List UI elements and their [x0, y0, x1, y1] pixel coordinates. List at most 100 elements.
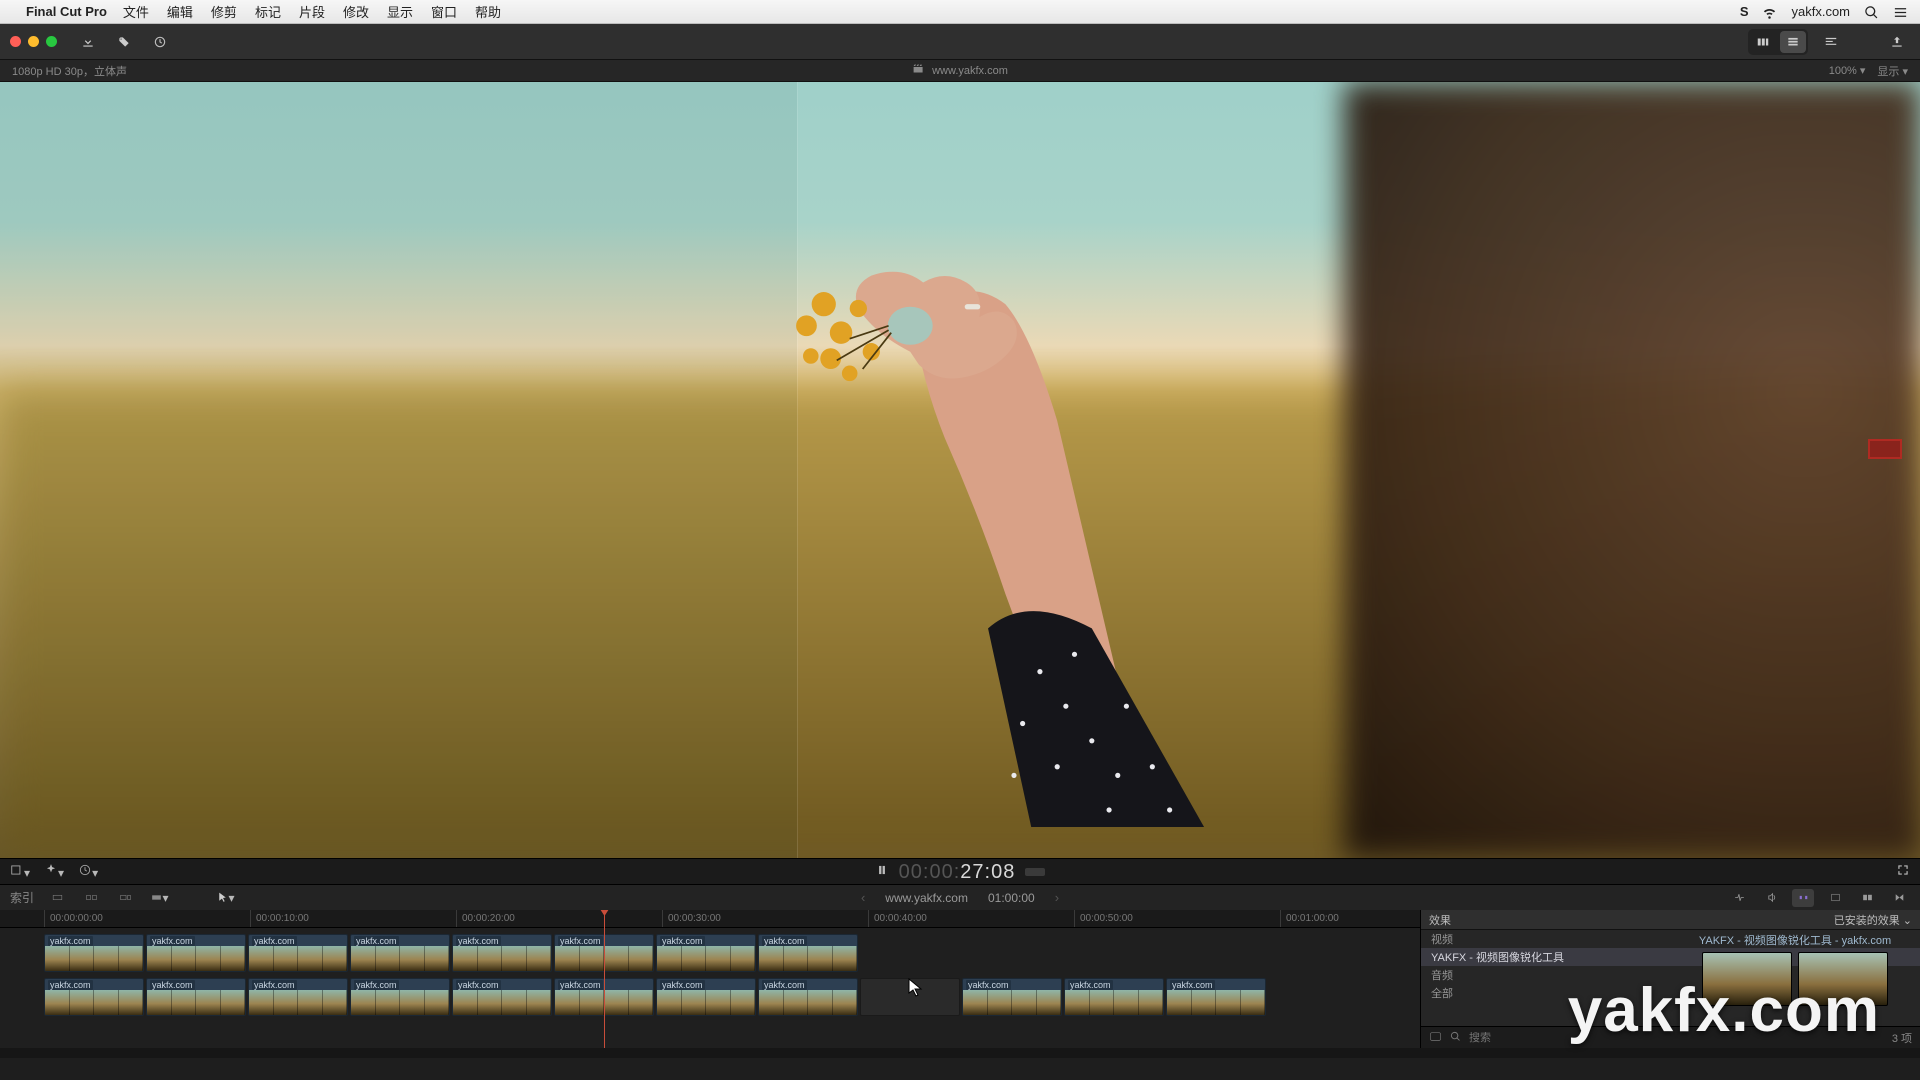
zoom-window-button[interactable]	[46, 36, 57, 47]
app-name[interactable]: Final Cut Pro	[26, 4, 107, 19]
timeline-tracks-area[interactable]: 00:00:00:0000:00:10:0000:00:20:0000:00:3…	[0, 910, 1420, 1048]
minimize-window-button[interactable]	[28, 36, 39, 47]
timeline-clip[interactable]: yakfx.com	[452, 978, 552, 1016]
format-label: 1080p HD 30p，立体声	[12, 63, 127, 79]
effect-thumbnail[interactable]	[1702, 952, 1792, 1006]
list-view-icon[interactable]	[1780, 31, 1806, 53]
select-tool-dropdown[interactable]: ▾	[214, 889, 236, 907]
clip-label: yakfx.com	[354, 936, 399, 946]
transitions-browser-toggle[interactable]	[1888, 889, 1910, 907]
timecode-display[interactable]: 00:00:27:08	[899, 859, 1016, 884]
effect-thumbnail[interactable]	[1798, 952, 1888, 1006]
pause-button[interactable]	[875, 863, 889, 880]
inspector-toggle-button[interactable]	[1818, 31, 1844, 53]
clip-label: yakfx.com	[456, 936, 501, 946]
append-clip-icon[interactable]	[114, 889, 136, 907]
menu-edit[interactable]: 编辑	[167, 2, 193, 21]
insert-clip-icon[interactable]	[80, 889, 102, 907]
audio-skimming-icon[interactable]	[1760, 889, 1782, 907]
timeline-clip[interactable]: yakfx.com	[350, 934, 450, 972]
timeline-duration: 01:00:00	[988, 891, 1035, 905]
timeline-clip[interactable]: yakfx.com	[350, 978, 450, 1016]
control-center-icon[interactable]	[1893, 3, 1908, 19]
clip-label: yakfx.com	[762, 936, 807, 946]
filmstrip-view-icon[interactable]	[1750, 31, 1776, 53]
viewer-content	[653, 222, 1306, 827]
menu-trim[interactable]: 修剪	[211, 2, 237, 21]
effects-search-input[interactable]	[1469, 1032, 1884, 1044]
close-window-button[interactable]	[10, 36, 21, 47]
timeline-clip[interactable]: yakfx.com	[962, 978, 1062, 1016]
menu-window[interactable]: 窗口	[431, 2, 457, 21]
effect-preview-title: YAKFX - 视频图像锐化工具 - yakfx.com	[1680, 932, 1910, 948]
search-icon	[1450, 1031, 1461, 1045]
keyword-button[interactable]	[111, 31, 137, 53]
menu-help[interactable]: 帮助	[475, 2, 501, 21]
timeline-clip[interactable]: yakfx.com	[44, 934, 144, 972]
menu-modify[interactable]: 修改	[343, 2, 369, 21]
timeline-clip[interactable]: yakfx.com	[248, 978, 348, 1016]
macos-menubar: Final Cut Pro 文件 编辑 修剪 标记 片段 修改 显示 窗口 帮助…	[0, 0, 1920, 24]
spotlight-icon[interactable]	[1864, 3, 1879, 19]
enhance-dropdown[interactable]: ▾	[44, 863, 64, 880]
retime-dropdown[interactable]: ▾	[78, 863, 98, 880]
timeline-clip[interactable]: yakfx.com	[146, 978, 246, 1016]
effects-browser-toggle[interactable]	[1856, 889, 1878, 907]
timeline-next-button[interactable]: ›	[1055, 890, 1059, 905]
timeline-clip[interactable]: yakfx.com	[146, 934, 246, 972]
timeline-clip[interactable]: yakfx.com	[656, 978, 756, 1016]
timeline-clip[interactable]: yakfx.com	[758, 934, 858, 972]
menu-clip[interactable]: 片段	[299, 2, 325, 21]
skimming-toggle-icon[interactable]	[1728, 889, 1750, 907]
background-tasks-button[interactable]	[147, 31, 173, 53]
horizontal-scrollbar[interactable]	[0, 1048, 1920, 1058]
clapper-icon	[912, 63, 924, 78]
timeline-clip[interactable]: yakfx.com	[656, 934, 756, 972]
clip-label: yakfx.com	[252, 936, 297, 946]
ruler-tick: 00:00:10:00	[250, 910, 309, 927]
timeline-clip[interactable]	[860, 978, 960, 1016]
share-button[interactable]	[1884, 31, 1910, 53]
timeline-clip[interactable]: yakfx.com	[248, 934, 348, 972]
browser-layout-toggle[interactable]	[1748, 29, 1808, 55]
solo-toggle-icon[interactable]	[1792, 889, 1814, 907]
effects-browser: 效果 已安装的效果 ⌄ 视频YAKFX - 视频图像锐化工具音频全部 YAKFX…	[1420, 910, 1920, 1048]
view-options-dropdown[interactable]: ▾	[10, 863, 30, 880]
import-button[interactable]	[75, 31, 101, 53]
project-name[interactable]: www.yakfx.com	[932, 65, 1008, 77]
loop-indicator	[1025, 868, 1045, 876]
video-track-1[interactable]: yakfx.comyakfx.comyakfx.comyakfx.comyakf…	[44, 934, 1420, 972]
timeline-header: 索引 ▾ ▾ ‹ www.yakfx.com 01:00:00 ›	[0, 884, 1920, 910]
video-track-2[interactable]: yakfx.comyakfx.comyakfx.comyakfx.comyakf…	[44, 978, 1420, 1016]
connect-clip-icon[interactable]	[46, 889, 68, 907]
viewer[interactable]	[0, 82, 1920, 858]
timeline-ruler[interactable]: 00:00:00:0000:00:10:0000:00:20:0000:00:3…	[0, 910, 1420, 928]
fullscreen-button[interactable]	[1896, 863, 1910, 880]
ruler-tick: 00:00:50:00	[1074, 910, 1133, 927]
menu-file[interactable]: 文件	[123, 2, 149, 21]
window-controls	[10, 36, 57, 47]
timeline-clip[interactable]: yakfx.com	[1166, 978, 1266, 1016]
ruler-tick: 00:00:00:00	[44, 910, 103, 927]
wifi-icon[interactable]	[1762, 3, 1777, 19]
timeline-clip[interactable]: yakfx.com	[452, 934, 552, 972]
overwrite-clip-icon[interactable]: ▾	[148, 889, 170, 907]
index-button[interactable]: 索引	[10, 889, 34, 906]
status-s-icon[interactable]: S	[1740, 4, 1749, 19]
clip-label: yakfx.com	[252, 980, 297, 990]
zoom-dropdown[interactable]: 100% ▾	[1829, 64, 1866, 77]
menubar-site: yakfx.com	[1791, 4, 1850, 19]
menu-mark[interactable]: 标记	[255, 2, 281, 21]
timeline-clip[interactable]: yakfx.com	[1064, 978, 1164, 1016]
timeline-prev-button[interactable]: ‹	[861, 890, 865, 905]
effects-library-icon[interactable]	[1429, 1030, 1442, 1046]
menu-view[interactable]: 显示	[387, 2, 413, 21]
timeline-clip[interactable]: yakfx.com	[758, 978, 858, 1016]
timeline-project-name: www.yakfx.com	[885, 891, 968, 905]
viewer-overlay-indicator	[1868, 439, 1902, 459]
effects-installed-dropdown[interactable]: 已安装的效果 ⌄	[1834, 912, 1912, 928]
playhead[interactable]	[604, 910, 605, 1048]
display-dropdown[interactable]: 显示 ▾	[1877, 63, 1908, 79]
snapping-toggle-icon[interactable]	[1824, 889, 1846, 907]
timeline-clip[interactable]: yakfx.com	[44, 978, 144, 1016]
